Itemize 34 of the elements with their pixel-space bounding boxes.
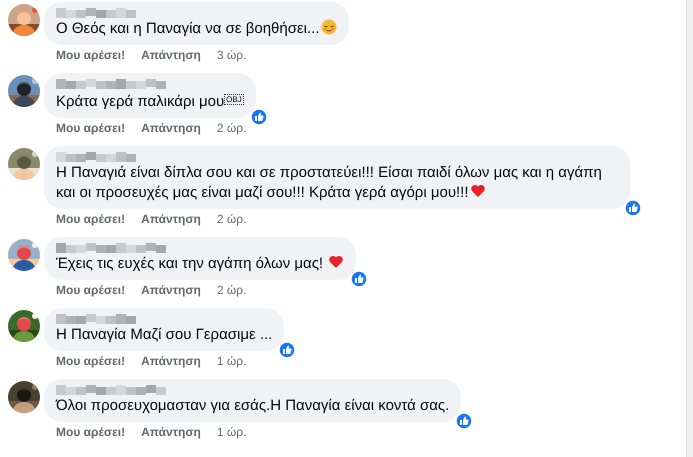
like-icon[interactable] (455, 412, 474, 430)
comment-text: Ο Θεός και η Παναγία να σε βοηθήσει... (56, 19, 337, 39)
comment-text: Η Παναγιά είναι δίπλα σου και σε προστατεύει!!! Είσαι παιδί όλων μας και η αγάπη και οι προσευχές μας είναι μαζί σου!!! Κράτα γερά αγόρι μου!!! (56, 163, 603, 203)
timestamp[interactable]: 2 ώρ. (216, 121, 246, 136)
heart-icon (328, 254, 344, 270)
like-icon[interactable] (350, 270, 368, 288)
timestamp[interactable]: 1 ώρ. (216, 354, 246, 369)
timestamp[interactable]: 1 ώρ. (216, 425, 246, 440)
comment-text: Όλοι προσευχομασταν για εσάς.Η Παναγία είναι κοντά σας. (56, 396, 450, 416)
reply-link[interactable]: Απάντηση (141, 121, 201, 136)
smiling-face-icon (320, 19, 337, 35)
like-icon[interactable] (250, 108, 268, 126)
like-icon[interactable] (624, 199, 642, 217)
reply-link[interactable]: Απάντηση (141, 425, 201, 440)
like-link[interactable]: Μου αρέσει! (56, 354, 126, 369)
heart-icon (470, 183, 486, 199)
like-link[interactable]: Μου αρέσει! (56, 121, 126, 136)
scrollbar[interactable] (686, 0, 693, 457)
reply-link[interactable]: Απάντηση (141, 212, 201, 227)
like-icon[interactable] (278, 341, 296, 359)
comment-text: Έχεις τις ευχές και την αγάπη όλων μας! (56, 254, 344, 274)
object-replacement-box: OBJ (224, 94, 244, 105)
timestamp[interactable]: 2 ώρ. (216, 283, 246, 298)
reply-link[interactable]: Απάντηση (141, 283, 201, 298)
comment-text: Κράτα γερά παλικάρι μου$^{OBJ}$ (56, 92, 244, 112)
like-link[interactable]: Μου αρέσει! (56, 283, 126, 298)
timestamp[interactable]: 3 ώρ. (216, 48, 246, 63)
reply-link[interactable]: Απάντηση (141, 354, 201, 369)
like-link[interactable]: Μου αρέσει! (56, 425, 126, 440)
timestamp[interactable]: 2 ώρ. (216, 212, 246, 227)
comment-text: Η Παναγία Μαζί σου Γερασιμε ... (56, 325, 272, 345)
like-link[interactable]: Μου αρέσει! (56, 48, 126, 63)
reply-link[interactable]: Απάντηση (141, 48, 201, 63)
like-link[interactable]: Μου αρέσει! (56, 212, 126, 227)
